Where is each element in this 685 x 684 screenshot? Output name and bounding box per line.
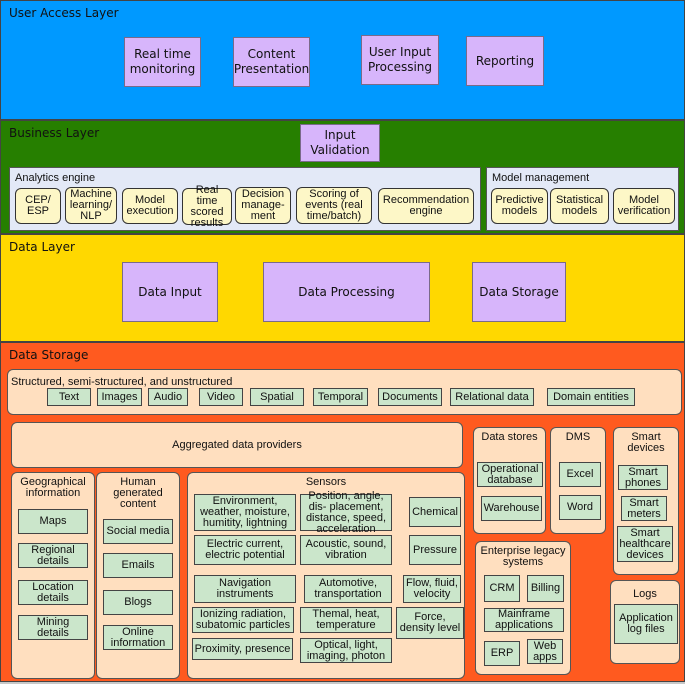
model-execution-box: Model execution (122, 188, 178, 224)
recommendation-engine-box: Recommendation engine (378, 188, 474, 224)
sensors-panel: Sensors Environment, weather, moisture, … (187, 472, 465, 679)
model-verification-box: Model verification (613, 188, 675, 224)
images-box: Images (97, 388, 142, 406)
spatial-box: Spatial (250, 388, 304, 406)
text-box: Text (47, 388, 91, 406)
domain-entities-box: Domain entities (547, 388, 635, 406)
logs-panel: Logs Application log files (610, 580, 680, 664)
acoustic-sensor-box: Acoustic, sound, vibration (300, 535, 392, 565)
sensors-title: Sensors (305, 476, 347, 488)
real-time-monitoring-box: Real time monitoring (124, 37, 201, 87)
data-processing-box: Data Processing (263, 262, 430, 322)
geographical-information-panel: Geographical information Maps Regional d… (11, 472, 95, 679)
user-input-processing-box: User Input Processing (361, 35, 439, 85)
force-sensor-box: Force, density level (396, 607, 464, 639)
data-storage-box: Data Storage (472, 262, 566, 322)
scoring-of-events-box: Scoring of events (real time/batch) (296, 187, 372, 224)
smart-meters-box: Smart meters (621, 496, 667, 521)
structured-data-title: Structured, semi-structured, and unstruc… (11, 376, 233, 388)
automotive-sensor-box: Automotive, transportation (304, 575, 392, 603)
user-access-layer: User Access Layer Real time monitoring C… (0, 0, 685, 120)
human-generated-content-title: Human generated content (113, 476, 163, 510)
input-validation-box: Input Validation (300, 124, 380, 162)
real-time-scored-results-box: Real time scored results (182, 184, 232, 228)
model-management-title: Model management (492, 172, 590, 184)
data-stores-panel: Data stores Operational database Warehou… (473, 427, 546, 534)
position-sensor-box: Position, angle, dis- placement, distanc… (300, 490, 392, 534)
decision-management-box: Decision manage- ment (235, 187, 291, 224)
emails-box: Emails (103, 553, 173, 578)
dms-title: DMS (565, 431, 591, 443)
erp-box: ERP (484, 641, 520, 666)
chemical-sensor-box: Chemical (409, 497, 461, 527)
aggregated-data-providers-panel: Aggregated data providers (11, 422, 463, 468)
data-layer-title: Data Layer (9, 240, 75, 254)
web-apps-box: Web apps (527, 639, 563, 664)
data-stores-title: Data stores (481, 431, 538, 443)
human-generated-content-panel: Human generated content Social media Ema… (96, 472, 180, 679)
statistical-models-box: Statistical models (550, 188, 609, 224)
ionizing-radiation-sensor-box: Ionizing radiation, subatomic particles (192, 607, 294, 633)
documents-box: Documents (378, 388, 442, 406)
structured-data-panel: Structured, semi-structured, and unstruc… (7, 369, 682, 415)
billing-box: Billing (527, 575, 564, 602)
aggregated-data-providers-label: Aggregated data providers (172, 439, 302, 451)
environment-sensor-box: Environment, weather, moisture, humitity… (194, 494, 296, 531)
application-log-files-box: Application log files (614, 604, 678, 644)
online-information-box: Online information (103, 625, 173, 650)
model-management-panel: Model management Predictive models Stati… (486, 167, 679, 231)
analytics-engine-panel: Analytics engine CEP/ ESP Machine learni… (9, 167, 481, 231)
blogs-box: Blogs (103, 590, 173, 615)
logs-title: Logs (633, 588, 657, 600)
content-presentation-box: Content Presentation (233, 37, 310, 87)
predictive-models-box: Predictive models (491, 188, 548, 224)
business-layer: Business Layer Input Validation Analytic… (0, 120, 685, 234)
location-details-box: Location details (18, 580, 88, 605)
data-storage-layer: Data Storage Structured, semi-structured… (0, 342, 685, 682)
operational-database-box: Operational database (477, 462, 543, 487)
smart-healthcare-devices-box: Smart healthcare devices (617, 526, 673, 562)
relational-data-box: Relational data (450, 388, 534, 406)
maps-box: Maps (18, 509, 88, 534)
temporal-box: Temporal (313, 388, 368, 406)
dms-panel: DMS Excel Word (550, 427, 606, 534)
smart-devices-title: Smart devices (627, 431, 665, 454)
navigation-sensor-box: Navigation instruments (194, 575, 296, 603)
regional-details-box: Regional details (18, 543, 88, 568)
enterprise-legacy-systems-title: Enterprise legacy systems (480, 545, 566, 568)
machine-learning-nlp-box: Machine learning/ NLP (65, 187, 117, 224)
mining-details-box: Mining details (18, 615, 88, 640)
excel-box: Excel (559, 462, 601, 487)
proximity-sensor-box: Proximity, presence (192, 638, 293, 660)
smart-devices-panel: Smart devices Smart phones Smart meters … (613, 427, 679, 575)
user-access-layer-title: User Access Layer (9, 6, 119, 20)
cep-esp-box: CEP/ ESP (15, 188, 61, 224)
word-box: Word (559, 495, 601, 520)
video-box: Video (199, 388, 243, 406)
business-layer-title: Business Layer (9, 126, 100, 140)
smart-phones-box: Smart phones (618, 465, 668, 490)
audio-box: Audio (148, 388, 188, 406)
enterprise-legacy-systems-panel: Enterprise legacy systems CRM Billing Ma… (475, 541, 571, 675)
optical-sensor-box: Optical, light, imaging, photon (300, 638, 392, 663)
reporting-box: Reporting (466, 36, 544, 86)
data-layer: Data Layer Data Input Data Processing Da… (0, 234, 685, 342)
warehouse-box: Warehouse (481, 496, 542, 521)
flow-sensor-box: Flow, fluid, velocity (403, 575, 461, 603)
mainframe-applications-box: Mainframe applications (484, 608, 564, 632)
social-media-box: Social media (103, 519, 173, 544)
data-input-box: Data Input (122, 262, 218, 322)
electric-sensor-box: Electric current, electric potential (194, 535, 296, 565)
analytics-engine-title: Analytics engine (15, 172, 96, 184)
pressure-sensor-box: Pressure (409, 535, 461, 565)
geographical-information-title: Geographical information (20, 476, 86, 499)
crm-box: CRM (484, 575, 520, 602)
data-storage-layer-title: Data Storage (9, 348, 89, 362)
thermal-sensor-box: Themal, heat, temperature (300, 607, 392, 633)
